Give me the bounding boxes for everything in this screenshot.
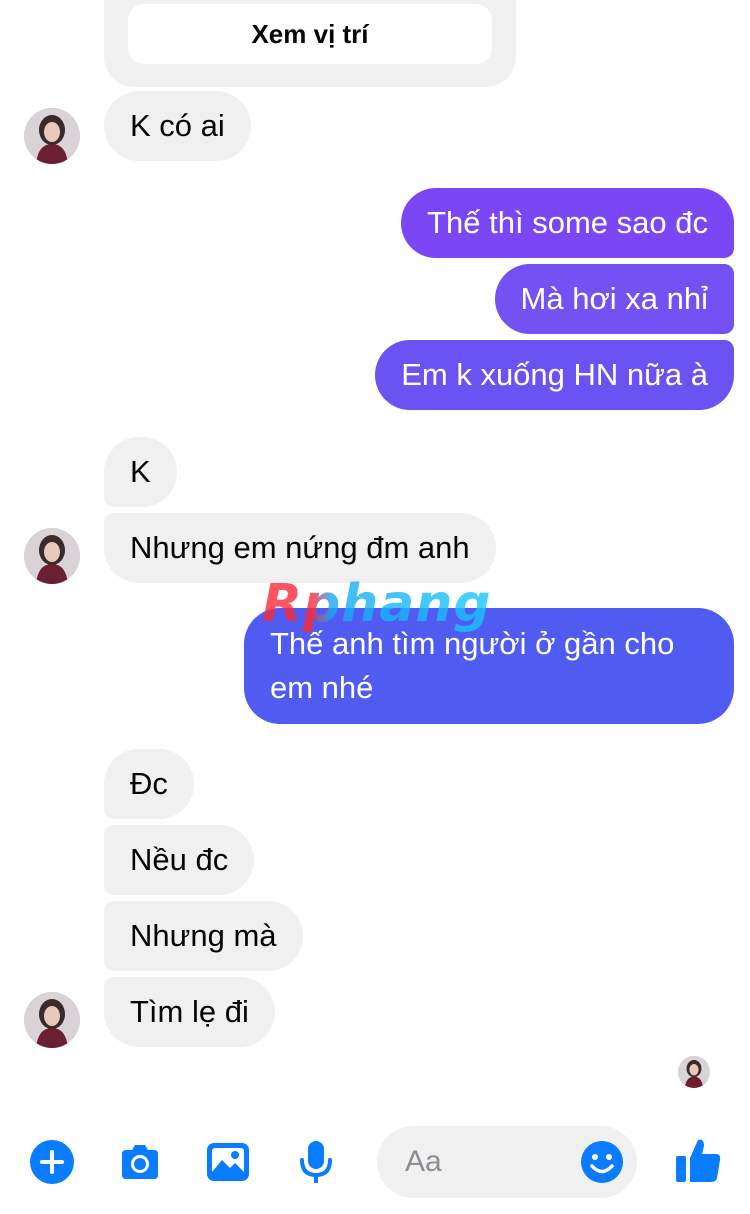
outgoing-message[interactable]: Em k xuống HN nữa à [375,340,734,410]
incoming-message[interactable]: Tìm lẹ đi [104,977,275,1047]
thumbs-up-icon[interactable] [672,1134,724,1186]
avatar-image [678,1056,710,1088]
message-line: em nhé [270,670,374,705]
contact-avatar[interactable] [24,992,80,1048]
plus-icon[interactable] [28,1138,76,1186]
message-line: Thế anh tìm người ở gần cho [270,626,675,661]
seen-receipt-avatar [678,1056,710,1088]
avatar-image [24,528,80,584]
avatar-image [24,992,80,1048]
outgoing-message[interactable]: Thế anh tìm người ở gần cho em nhé [244,608,734,724]
incoming-message[interactable]: Đc [104,749,194,819]
message-input[interactable] [405,1142,565,1182]
outgoing-message[interactable]: Mà hơi xa nhỉ [494,264,734,334]
incoming-message[interactable]: Nhưng em nứng đm anh [104,513,496,583]
view-location-button[interactable]: Xem vị trí [128,4,492,64]
emoji-icon[interactable] [579,1139,625,1185]
contact-avatar[interactable] [24,528,80,584]
image-icon[interactable] [204,1138,252,1186]
microphone-icon[interactable] [292,1138,340,1186]
incoming-message[interactable]: K [104,437,177,507]
incoming-message[interactable]: Nhưng mà [104,901,303,971]
incoming-message[interactable]: K có ai [104,91,251,161]
outgoing-message[interactable]: Thế thì some sao đc [401,188,734,258]
contact-avatar[interactable] [24,108,80,164]
location-message-card: Xem vị trí [104,0,516,87]
message-composer[interactable] [377,1126,637,1198]
incoming-message[interactable]: Nều đc [104,825,255,895]
camera-icon[interactable] [116,1138,164,1186]
avatar-image [24,108,80,164]
